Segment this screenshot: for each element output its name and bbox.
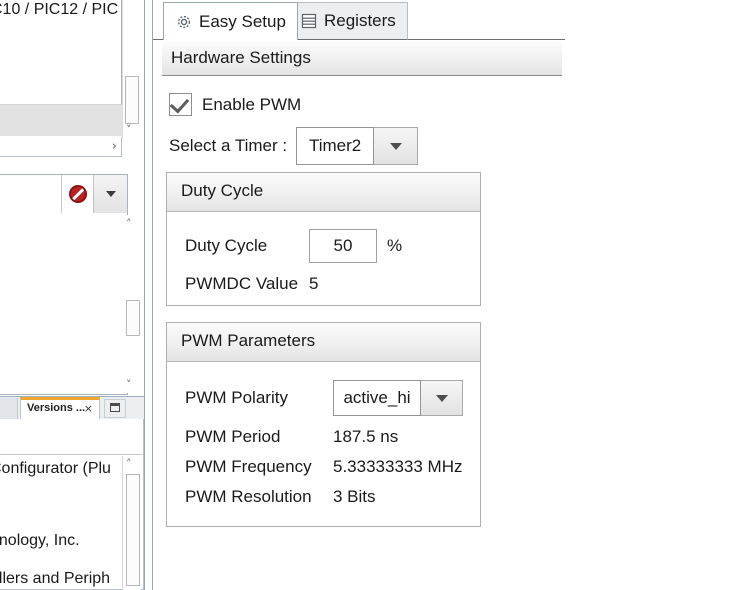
tab-registers[interactable]: Registers <box>288 2 408 40</box>
pwm-resolution-value: 3 Bits <box>333 487 376 507</box>
duty-cycle-unit: % <box>387 236 402 256</box>
chevron-down-icon <box>106 191 116 197</box>
pwm-parameters-group-body: PWM Polarity active_hi PWM Period 187.5 … <box>167 362 480 565</box>
tab-versions-label: Versions ... <box>27 402 85 414</box>
duty-cycle-group: Duty Cycle Duty Cycle 50 % PWMDC Value 5 <box>166 172 481 306</box>
easy-setup-panel: Easy Setup Registers Hardware Settings <box>153 0 738 590</box>
scrollbar-thumb[interactable] <box>126 474 140 586</box>
pwm-frequency-value: 5.33333333 MHz <box>333 457 462 477</box>
device-list-hscrollbar[interactable]: › <box>0 137 122 157</box>
panel-splitter[interactable] <box>144 0 153 590</box>
tab-registers-label: Registers <box>324 11 396 31</box>
page-title: Hardware Settings <box>171 48 311 68</box>
versions-line-2: hnology, Inc. <box>0 532 80 550</box>
check-icon <box>170 94 190 114</box>
pwm-frequency-row: PWM Frequency 5.33333333 MHz <box>185 457 462 477</box>
hardware-settings-header: Hardware Settings <box>162 41 562 76</box>
chevron-down-icon <box>436 395 448 402</box>
bottom-dock-tabstrip: Versions ... × <box>0 396 144 419</box>
enable-pwm-checkbox[interactable] <box>169 93 192 116</box>
tabbar: Easy Setup Registers <box>153 0 565 40</box>
combo-dropdown-button[interactable] <box>93 175 127 213</box>
pwm-resolution-row: PWM Resolution 3 Bits <box>185 487 376 507</box>
tab-easy-setup[interactable]: Easy Setup <box>163 2 298 40</box>
scroll-down-icon[interactable]: ˅ <box>126 378 132 391</box>
pwm-resolution-label: PWM Resolution <box>185 487 333 507</box>
timer-combobox-value[interactable]: Timer2 <box>296 127 374 165</box>
left-dock-panel: C10 / PIC12 / PIC › ˅ ˄ ˅ Versions ... × <box>0 0 144 590</box>
pwm-parameters-group-header: PWM Parameters <box>167 323 480 362</box>
scrollbar-thumb[interactable] <box>126 300 140 336</box>
scroll-right-icon[interactable]: › <box>112 139 117 154</box>
tab-easy-setup-label: Easy Setup <box>199 12 286 32</box>
pwm-polarity-label: PWM Polarity <box>185 388 333 408</box>
close-icon[interactable]: × <box>84 402 93 415</box>
duty-cycle-row: Duty Cycle 50 % <box>185 229 402 263</box>
tab-output[interactable] <box>0 398 18 420</box>
blocked-icon <box>69 185 87 203</box>
device-filter-text: C10 / PIC12 / PIC <box>0 1 118 19</box>
enable-pwm-row[interactable]: Enable PWM <box>169 93 301 116</box>
duty-cycle-group-header: Duty Cycle <box>167 173 480 212</box>
minimize-icon[interactable] <box>104 399 126 418</box>
duty-cycle-label: Duty Cycle <box>185 236 309 256</box>
registers-list-icon <box>300 12 318 30</box>
select-timer-label: Select a Timer : <box>169 136 287 156</box>
duty-cycle-input[interactable]: 50 <box>309 229 377 263</box>
pwm-polarity-row: PWM Polarity active_hi <box>185 380 463 416</box>
scrollbar-thumb[interactable] <box>125 76 139 124</box>
duty-cycle-group-title: Duty Cycle <box>181 181 263 201</box>
scroll-up-icon[interactable]: ˄ <box>126 457 132 470</box>
scroll-down-icon[interactable]: ˅ <box>126 123 132 136</box>
timer-combobox[interactable]: Timer2 <box>296 127 418 165</box>
pwm-polarity-dropdown-button[interactable] <box>421 380 463 416</box>
device-list-vscrollbar[interactable]: ˅ <box>122 0 140 138</box>
versions-divider <box>0 454 144 455</box>
device-list-selected-row[interactable] <box>0 104 122 136</box>
pwmdc-value: 5 <box>309 274 318 294</box>
gear-icon <box>175 13 193 31</box>
pwm-parameters-group-title: PWM Parameters <box>181 331 315 351</box>
versions-vscrollbar[interactable]: ˄ <box>122 456 141 590</box>
pwm-period-row: PWM Period 187.5 ns <box>185 427 398 447</box>
versions-line-3: ollers and Periph <box>0 570 110 588</box>
resource-tree-vscrollbar[interactable]: ˄ ˅ <box>124 215 141 393</box>
pwm-polarity-combobox[interactable]: active_hi <box>333 380 463 416</box>
select-timer-row: Select a Timer : Timer2 <box>169 127 418 165</box>
resource-tree-box[interactable] <box>0 213 128 395</box>
pwmdc-value-row: PWMDC Value 5 <box>185 274 318 294</box>
combo-status-cell <box>61 175 93 213</box>
pwm-period-label: PWM Period <box>185 427 333 447</box>
pwm-period-value: 187.5 ns <box>333 427 398 447</box>
device-combo-row[interactable] <box>0 174 128 214</box>
versions-line-1: Configurator (Plu <box>0 460 111 478</box>
pwm-polarity-combobox-value[interactable]: active_hi <box>333 380 421 416</box>
scroll-up-icon[interactable]: ˄ <box>126 217 132 230</box>
pwm-frequency-label: PWM Frequency <box>185 457 333 477</box>
timer-combobox-dropdown-button[interactable] <box>374 127 418 165</box>
enable-pwm-label: Enable PWM <box>202 95 301 115</box>
pwm-parameters-group: PWM Parameters PWM Polarity active_hi PW… <box>166 322 481 527</box>
pwmdc-value-label: PWMDC Value <box>185 274 309 294</box>
chevron-down-icon <box>390 143 402 150</box>
tab-versions[interactable]: Versions ... × <box>20 397 100 420</box>
